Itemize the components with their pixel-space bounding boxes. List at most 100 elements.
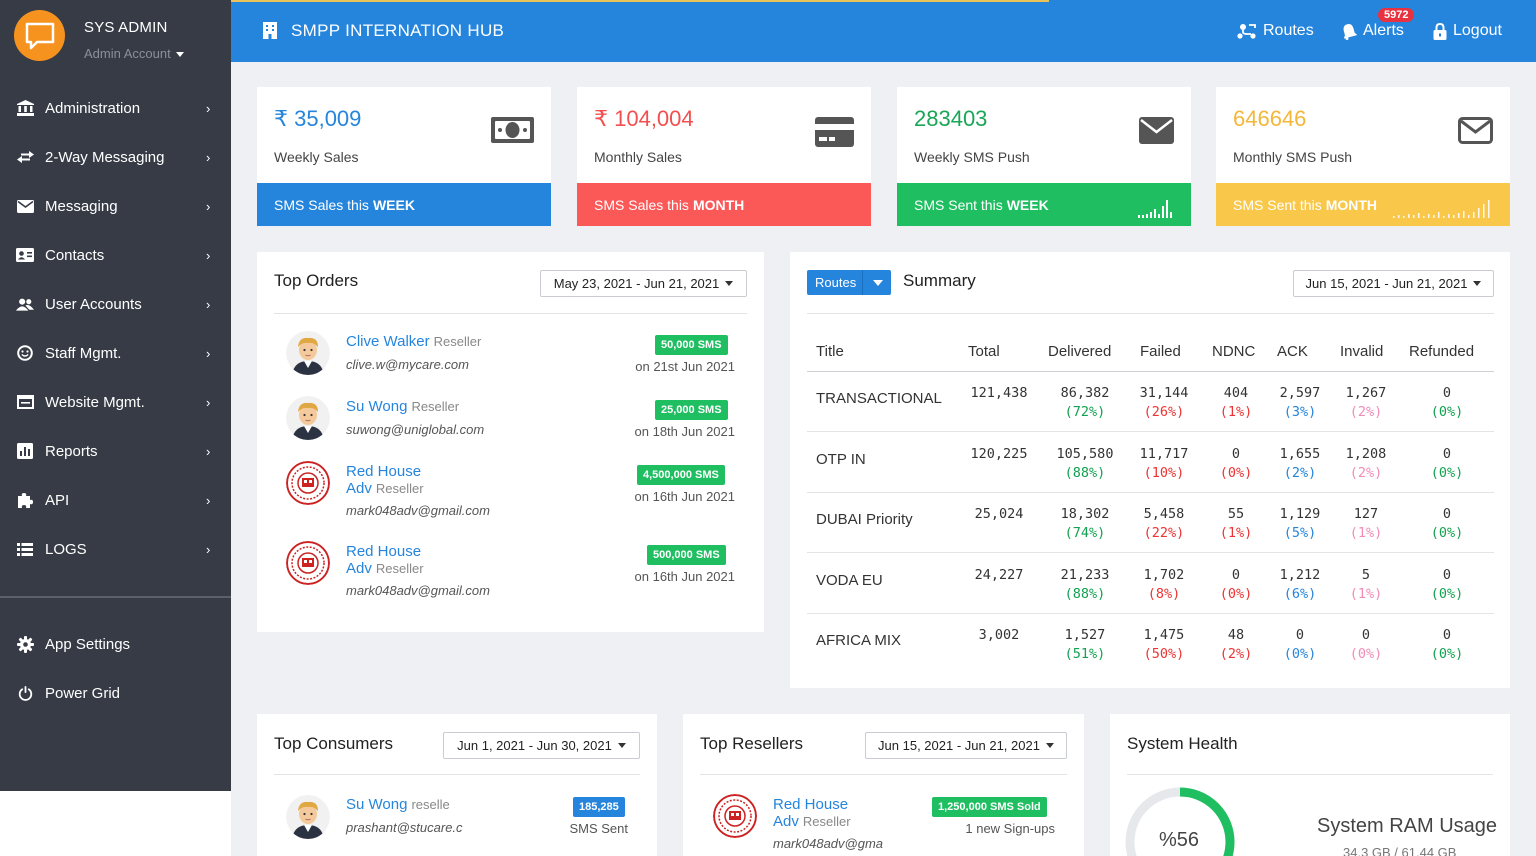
date-range-label: May 23, 2021 - Jun 21, 2021 xyxy=(553,276,720,291)
reseller-customer[interactable]: Red House Adv Reseller xyxy=(773,796,863,830)
stat-footer-period: MONTH xyxy=(692,196,745,213)
summary-cell-invalid: 1,267 (2%) xyxy=(1326,384,1406,422)
cell-percent: (0%) xyxy=(1349,646,1383,662)
order-date: on 18th Jun 2021 xyxy=(634,424,735,439)
summary-row-title: OTP IN xyxy=(816,450,866,468)
sidebar-item-user-accounts[interactable]: User Accounts › xyxy=(0,286,231,322)
cell-count: 1,208 xyxy=(1345,445,1387,462)
stat-card-monthly-sms-push[interactable]: 646646 Monthly SMS Push SMS Sent this MON… xyxy=(1216,87,1510,226)
stat-card-weekly-sms-push[interactable]: 283403 Weekly SMS Push SMS Sent this WEEK xyxy=(897,87,1191,226)
top-resellers-date-picker[interactable]: Jun 15, 2021 - Jun 21, 2021 xyxy=(865,732,1067,759)
stat-label: Monthly Sales xyxy=(594,149,682,165)
avatar xyxy=(286,396,330,440)
button-divider xyxy=(862,270,863,295)
summary-cell-refunded: 0 (0%) xyxy=(1407,384,1487,422)
column-header-total: Total xyxy=(968,343,1000,360)
alerts-count-badge: 5972 xyxy=(1378,8,1415,22)
bar-chart-icon xyxy=(16,442,34,460)
sidebar-item-staff-mgmt[interactable]: Staff Mgmt. › xyxy=(0,335,231,371)
cell-count: 24,227 xyxy=(974,566,1024,583)
sidebar-item-messaging[interactable]: Messaging › xyxy=(0,188,231,224)
gauge-label: %56 xyxy=(1159,829,1200,851)
top-orders-title: Top Orders xyxy=(274,271,359,290)
signups-label: 1 new Sign-ups xyxy=(965,821,1055,836)
stat-label: Weekly Sales xyxy=(274,149,359,165)
mini-bar-chart-icon xyxy=(1393,200,1490,218)
ram-usage-title: System RAM Usage xyxy=(1317,815,1498,837)
stat-footer-text: SMS Sent this xyxy=(1233,196,1322,213)
sidebar-item-logs[interactable]: LOGS › xyxy=(0,531,231,567)
sidebar: SYS ADMIN Admin Account Administration ›… xyxy=(0,0,231,791)
alerts-link[interactable]: Alerts xyxy=(1341,22,1404,40)
cell-count: 25,024 xyxy=(974,506,1024,522)
cell-percent: (10%) xyxy=(1143,464,1185,481)
order-customer[interactable]: Clive Walker Reseller xyxy=(346,333,481,350)
order-customer[interactable]: Red House Adv Reseller xyxy=(346,543,436,577)
sidebar-item-2-way-messaging[interactable]: 2-Way Messaging › xyxy=(0,139,231,175)
summary-cell-failed: 11,717 (10%) xyxy=(1124,445,1204,483)
summary-title: Summary xyxy=(903,271,976,290)
sidebar-item-website-mgmt[interactable]: Website Mgmt. › xyxy=(0,384,231,420)
sidebar-item-label: Administration xyxy=(45,99,141,117)
cell-count: 0 xyxy=(1442,566,1452,583)
top-consumers-title: Top Consumers xyxy=(274,734,394,753)
sidebar-item-label: Website Mgmt. xyxy=(45,393,145,411)
customer-tag: Reseller xyxy=(375,561,424,576)
date-range-label: Jun 1, 2021 - Jun 30, 2021 xyxy=(457,738,612,753)
summary-row-title: TRANSACTIONAL xyxy=(816,390,942,407)
header-divider xyxy=(807,371,1494,372)
chat-bubble-icon xyxy=(25,22,55,50)
stat-footer-text: SMS Sales this xyxy=(594,196,689,213)
summary-cell-invalid: 0 (0%) xyxy=(1326,626,1406,664)
summary-cell-refunded: 0 (0%) xyxy=(1407,505,1487,543)
sidebar-item-app-settings[interactable]: App Settings xyxy=(0,626,231,662)
cell-count: 0 xyxy=(1442,506,1452,522)
divider xyxy=(1127,774,1493,775)
summary-cell-refunded: 0 (0%) xyxy=(1407,566,1487,604)
customer-tag: Reseller xyxy=(433,334,482,349)
sidebar-item-label: Power Grid xyxy=(45,684,121,702)
mini-bar-chart-icon xyxy=(1138,200,1172,218)
sidebar-item-contacts[interactable]: Contacts › xyxy=(0,237,231,273)
order-customer[interactable]: Red House Adv Reseller xyxy=(346,463,436,497)
stat-card-monthly-sales[interactable]: ₹ 104,004 Monthly Sales SMS Sales this MO… xyxy=(577,87,871,226)
sidebar-item-power-grid[interactable]: Power Grid xyxy=(0,675,231,711)
routes-link[interactable]: Routes xyxy=(1237,22,1314,40)
routes-dropdown-button[interactable]: Routes xyxy=(807,270,891,295)
consumer-customer[interactable]: Su Wong reselle xyxy=(346,796,450,813)
summary-date-picker[interactable]: Jun 15, 2021 - Jun 21, 2021 xyxy=(1293,270,1494,297)
stat-card-weekly-sales[interactable]: ₹ 35,009 Weekly Sales SMS Sales this WEEK xyxy=(257,87,551,226)
customer-name: Su Wong xyxy=(346,796,408,813)
sidebar-item-api[interactable]: API › xyxy=(0,482,231,518)
logout-link[interactable]: Logout xyxy=(1433,22,1502,40)
swap-arrows-icon xyxy=(16,148,34,166)
order-date: on 16th Jun 2021 xyxy=(634,569,735,584)
cell-count: 105,580 xyxy=(1056,445,1114,462)
topbar: SMPP INTERNATION HUB Routes Alerts 5972 … xyxy=(231,0,1536,62)
cell-count: 127 xyxy=(1353,506,1379,522)
sidebar-item-label: Contacts xyxy=(45,246,105,264)
cell-count: 5,458 xyxy=(1143,506,1185,522)
sms-amount-badge: 4,500,000 SMS xyxy=(637,465,725,485)
credit-card-icon xyxy=(815,117,854,152)
user-role-dropdown[interactable]: Admin Account xyxy=(84,46,184,61)
brand-logo[interactable] xyxy=(14,10,65,61)
caret-down-icon xyxy=(725,281,734,286)
top-consumers-date-picker[interactable]: Jun 1, 2021 - Jun 30, 2021 xyxy=(443,732,640,759)
cell-percent: (0%) xyxy=(1430,646,1464,662)
sidebar-item-label: App Settings xyxy=(45,635,131,653)
top-orders-date-picker[interactable]: May 23, 2021 - Jun 21, 2021 xyxy=(540,270,747,297)
sidebar-item-label: API xyxy=(45,491,70,509)
contact-card-icon xyxy=(16,246,34,264)
sidebar-item-reports[interactable]: Reports › xyxy=(0,433,231,469)
sidebar-item-administration[interactable]: Administration › xyxy=(0,90,231,126)
order-customer[interactable]: Su Wong Reseller xyxy=(346,398,459,415)
column-header-failed: Failed xyxy=(1140,343,1181,360)
cell-count: 1,267 xyxy=(1345,385,1387,401)
topbar-accent-line xyxy=(231,0,1049,2)
envelope-icon xyxy=(16,197,34,215)
stat-label: Monthly SMS Push xyxy=(1233,149,1353,165)
routes-label: Routes xyxy=(1263,22,1314,39)
customer-email: mark048adv@gma xyxy=(773,836,884,851)
summary-cell-delivered: 21,233 (88%) xyxy=(1045,566,1125,604)
